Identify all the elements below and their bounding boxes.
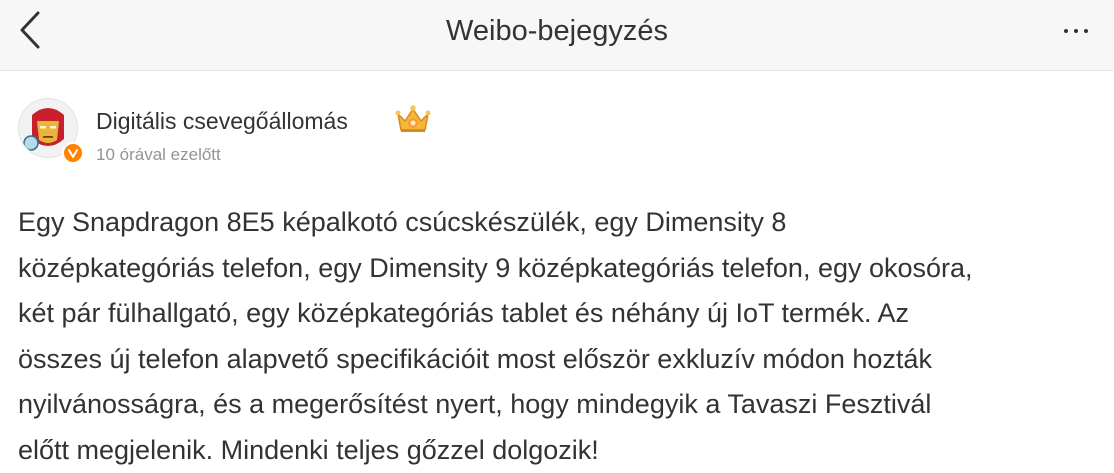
more-options-button[interactable]	[1056, 14, 1096, 48]
crown-icon	[395, 105, 431, 132]
top-bar: Weibo-bejegyzés	[0, 0, 1114, 71]
post-body: Egy Snapdragon 8E5 képalkotó csúcskészül…	[18, 207, 973, 465]
page-title: Weibo-bejegyzés	[446, 15, 668, 47]
author-name[interactable]: Digitális csevegőállomás	[96, 108, 348, 135]
verified-check-mark	[68, 149, 78, 158]
verified-v-icon	[62, 142, 84, 164]
more-dot	[1084, 29, 1088, 33]
author-section: Digitális csevegőállomás 10 órával ezelő…	[18, 96, 1098, 166]
post-timestamp: 10 órával ezelőtt	[96, 145, 221, 164]
more-dot	[1074, 29, 1078, 33]
more-horizontal-icon	[1064, 29, 1068, 33]
